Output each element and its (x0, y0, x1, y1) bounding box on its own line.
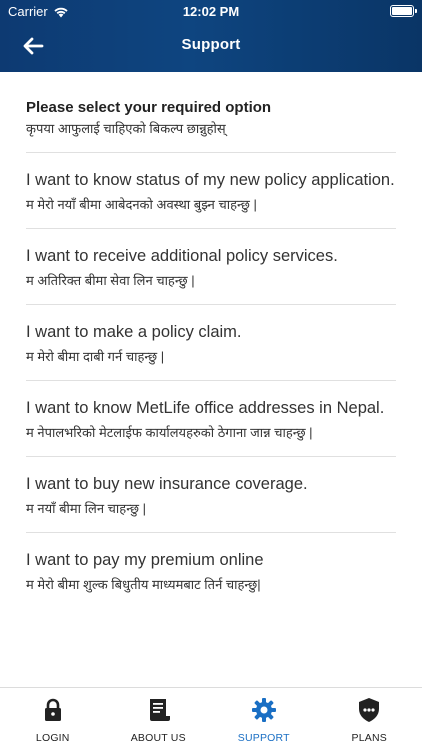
tab-plans[interactable]: PLANS (317, 688, 422, 750)
option-text-en: I want to make a policy claim. (26, 323, 242, 341)
document-icon (150, 699, 171, 721)
option-text-en: I want to know MetLife office addresses … (26, 399, 385, 417)
option-text-ne: म नयाँ बीमा लिन चाहन्छु | (26, 501, 147, 516)
tab-label: SUPPORT (237, 732, 290, 744)
status-bar: Carrier 12:02 PM (0, 0, 422, 24)
page-title: Support (181, 36, 241, 53)
option-office-addresses[interactable]: I want to know MetLife office addresses … (26, 381, 396, 457)
option-text-ne: म नेपालभरिको मेटलाईफ कार्यालयहरुको ठेगान… (26, 425, 313, 440)
battery-icon (390, 5, 417, 17)
nav-bar: Support (0, 24, 422, 68)
option-additional-services[interactable]: I want to receive additional policy serv… (26, 229, 396, 305)
option-policy-status[interactable]: I want to know status of my new policy a… (26, 153, 396, 229)
option-policy-claim[interactable]: I want to make a policy claim. म मेरो बी… (26, 305, 396, 381)
option-text-ne: म मेरो नयाँ बीमा आबेदनको अवस्था बुझ्न चा… (26, 197, 257, 212)
tab-label: LOGIN (35, 732, 70, 744)
bottom-tab-bar: LOGIN ABOUT US SUPPORT PLANS (0, 687, 422, 750)
option-text-en: I want to buy new insurance coverage. (26, 475, 308, 493)
option-text-ne: म मेरो बीमा शुल्क बिधुतीय माध्यमबाट तिर्… (26, 577, 261, 592)
option-pay-premium[interactable]: I want to pay my premium online म मेरो ब… (26, 533, 396, 608)
option-text-ne: म मेरो बीमा दाबी गर्न चाहन्छु | (26, 349, 165, 364)
support-options-list: Please select your required option कृपया… (0, 72, 422, 687)
tab-label: PLANS (351, 732, 387, 744)
tab-login[interactable]: LOGIN (0, 688, 106, 750)
option-text-ne: म अतिरिक्त बीमा सेवा लिन चाहन्छु | (26, 273, 195, 288)
option-text-en: I want to pay my premium online (26, 551, 264, 569)
option-buy-coverage[interactable]: I want to buy new insurance coverage. म … (26, 457, 396, 533)
shield-dots-icon (359, 698, 380, 722)
option-text-en: I want to receive additional policy serv… (26, 247, 338, 265)
option-text-en: I want to know status of my new policy a… (26, 171, 395, 189)
tab-label: ABOUT US (130, 732, 186, 744)
lock-icon (44, 698, 61, 721)
app-header: Carrier 12:02 PM Support (0, 0, 422, 72)
intro-section: Please select your required option कृपया… (26, 72, 396, 153)
tab-support[interactable]: SUPPORT (211, 688, 317, 750)
intro-subtitle: कृपया आफुलाई चाहिएको बिकल्प छान्नुहोस् (26, 121, 226, 136)
gear-icon (251, 698, 276, 722)
tab-about-us[interactable]: ABOUT US (106, 688, 212, 750)
intro-title: Please select your required option (26, 99, 272, 116)
status-time: 12:02 PM (182, 4, 240, 19)
